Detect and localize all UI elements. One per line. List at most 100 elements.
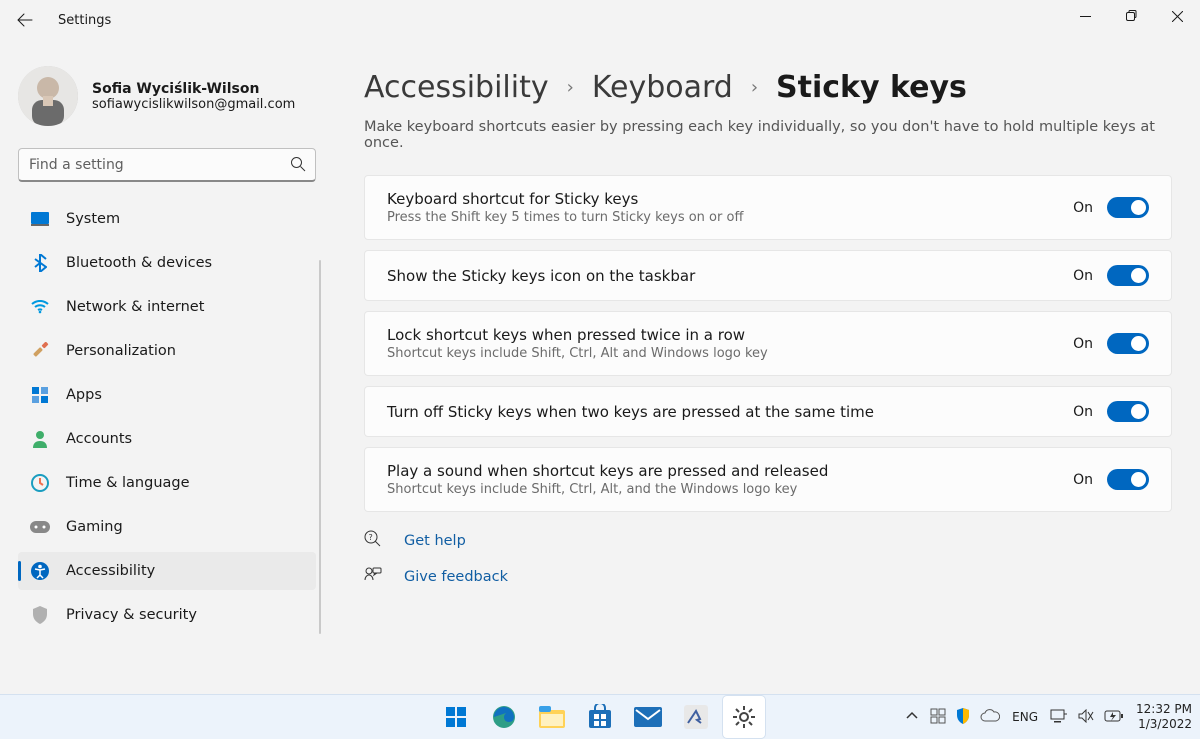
apps-icon xyxy=(30,385,50,405)
taskbar-explorer[interactable] xyxy=(531,696,573,738)
accessibility-icon xyxy=(30,561,50,581)
nav-label: Network & internet xyxy=(66,299,204,315)
tray-overflow[interactable] xyxy=(906,710,918,725)
user-profile[interactable]: Sofia Wyciślik-Wilson sofiawycislikwilso… xyxy=(18,66,320,126)
wifi-icon xyxy=(30,297,50,317)
breadcrumb: Accessibility › Keyboard › Sticky keys xyxy=(364,70,1172,105)
nav-label: Bluetooth & devices xyxy=(66,255,212,271)
maximize-button[interactable] xyxy=(1108,0,1154,32)
user-email: sofiawycislikwilson@gmail.com xyxy=(92,97,295,112)
toggle-state-label: On xyxy=(1073,336,1093,352)
setting-subtitle: Press the Shift key 5 times to turn Stic… xyxy=(387,210,1053,225)
taskbar-edge[interactable] xyxy=(483,696,525,738)
start-button[interactable] xyxy=(435,696,477,738)
tray-clock[interactable]: 12:32 PM 1/3/2022 xyxy=(1136,702,1192,732)
taskbar-store[interactable] xyxy=(579,696,621,738)
back-button[interactable] xyxy=(8,3,42,37)
nav-bluetooth[interactable]: Bluetooth & devices xyxy=(18,244,316,282)
nav-apps[interactable]: Apps xyxy=(18,376,316,414)
account-icon xyxy=(30,429,50,449)
tray-icon[interactable] xyxy=(930,708,946,727)
setting-title: Show the Sticky keys icon on the taskbar xyxy=(387,267,1053,285)
settings-window: Settings Sofia Wyciślik-Wilson sofiawyci… xyxy=(0,0,1200,694)
setting-row-taskbar-icon: Show the Sticky keys icon on the taskbar… xyxy=(364,250,1172,301)
breadcrumb-keyboard[interactable]: Keyboard xyxy=(592,70,733,105)
arrow-left-icon xyxy=(17,12,33,28)
clock-icon xyxy=(30,473,50,493)
nav-label: Privacy & security xyxy=(66,607,197,623)
svg-text:?: ? xyxy=(369,533,373,542)
nav-network[interactable]: Network & internet xyxy=(18,288,316,326)
titlebar: Settings xyxy=(0,0,1200,40)
page-description: Make keyboard shortcuts easier by pressi… xyxy=(364,119,1172,151)
toggle-lock[interactable] xyxy=(1107,333,1149,354)
nav-accessibility[interactable]: Accessibility xyxy=(18,552,316,590)
setting-row-sound: Play a sound when shortcut keys are pres… xyxy=(364,447,1172,512)
nav-gaming[interactable]: Gaming xyxy=(18,508,316,546)
setting-row-lock: Lock shortcut keys when pressed twice in… xyxy=(364,311,1172,376)
get-help-link[interactable]: ? Get help xyxy=(364,530,1172,552)
taskbar: ENG 12:32 PM 1/3/2022 xyxy=(0,694,1200,739)
nav-personalization[interactable]: Personalization xyxy=(18,332,316,370)
taskbar-mail[interactable] xyxy=(627,696,669,738)
tray-volume-icon[interactable] xyxy=(1078,709,1094,726)
nav-label: Accounts xyxy=(66,431,132,447)
tray-onedrive-icon[interactable] xyxy=(980,709,1000,725)
toggle-state-label: On xyxy=(1073,472,1093,488)
nav-label: Personalization xyxy=(66,343,176,359)
tray-date: 1/3/2022 xyxy=(1136,717,1192,732)
setting-row-shortcut: Keyboard shortcut for Sticky keys Press t… xyxy=(364,175,1172,240)
chevron-right-icon: › xyxy=(751,77,758,98)
sidebar-scrollbar-thumb[interactable] xyxy=(319,260,321,634)
setting-title: Keyboard shortcut for Sticky keys xyxy=(387,190,1053,208)
tray-security-icon[interactable] xyxy=(956,708,970,727)
main-content: Accessibility › Keyboard › Sticky keys M… xyxy=(320,40,1200,694)
link-label: Get help xyxy=(404,533,466,549)
toggle-turn-off[interactable] xyxy=(1107,401,1149,422)
nav-list: System Bluetooth & devices Network & int… xyxy=(18,200,316,640)
nav-label: Apps xyxy=(66,387,102,403)
tray-battery-icon[interactable] xyxy=(1104,710,1124,725)
toggle-sound[interactable] xyxy=(1107,469,1149,490)
nav-accounts[interactable]: Accounts xyxy=(18,420,316,458)
taskbar-settings[interactable] xyxy=(723,696,765,738)
sidebar: Sofia Wyciślik-Wilson sofiawycislikwilso… xyxy=(0,40,320,694)
tray-network-icon[interactable] xyxy=(1050,709,1068,726)
search-icon xyxy=(290,156,306,176)
gaming-icon xyxy=(30,517,50,537)
nav-privacy[interactable]: Privacy & security xyxy=(18,596,316,634)
nav-system[interactable]: System xyxy=(18,200,316,238)
setting-title: Turn off Sticky keys when two keys are p… xyxy=(387,403,1053,421)
system-tray: ENG 12:32 PM 1/3/2022 xyxy=(906,702,1192,732)
search-input[interactable] xyxy=(18,148,316,182)
toggle-state-label: On xyxy=(1073,268,1093,284)
setting-subtitle: Shortcut keys include Shift, Ctrl, Alt a… xyxy=(387,346,1053,361)
nav-label: Accessibility xyxy=(66,563,155,579)
system-icon xyxy=(30,209,50,229)
toggle-state-label: On xyxy=(1073,200,1093,216)
link-label: Give feedback xyxy=(404,569,508,585)
breadcrumb-accessibility[interactable]: Accessibility xyxy=(364,70,549,105)
tray-time: 12:32 PM xyxy=(1136,702,1192,717)
breadcrumb-current: Sticky keys xyxy=(776,70,967,105)
minimize-button[interactable] xyxy=(1062,0,1108,32)
nav-label: Time & language xyxy=(66,475,190,491)
setting-row-turn-off: Turn off Sticky keys when two keys are p… xyxy=(364,386,1172,437)
toggle-shortcut[interactable] xyxy=(1107,197,1149,218)
nav-label: System xyxy=(66,211,120,227)
taskbar-app[interactable] xyxy=(675,696,717,738)
bluetooth-icon xyxy=(30,253,50,273)
feedback-icon xyxy=(364,566,384,588)
chevron-right-icon: › xyxy=(567,77,574,98)
nav-time[interactable]: Time & language xyxy=(18,464,316,502)
give-feedback-link[interactable]: Give feedback xyxy=(364,566,1172,588)
tray-language[interactable]: ENG xyxy=(1012,710,1038,724)
shield-icon xyxy=(30,605,50,625)
paint-icon xyxy=(30,341,50,361)
help-icon: ? xyxy=(364,530,384,552)
user-name: Sofia Wyciślik-Wilson xyxy=(92,81,295,97)
setting-title: Play a sound when shortcut keys are pres… xyxy=(387,462,1053,480)
close-button[interactable] xyxy=(1154,0,1200,32)
nav-label: Gaming xyxy=(66,519,123,535)
toggle-taskbar-icon[interactable] xyxy=(1107,265,1149,286)
